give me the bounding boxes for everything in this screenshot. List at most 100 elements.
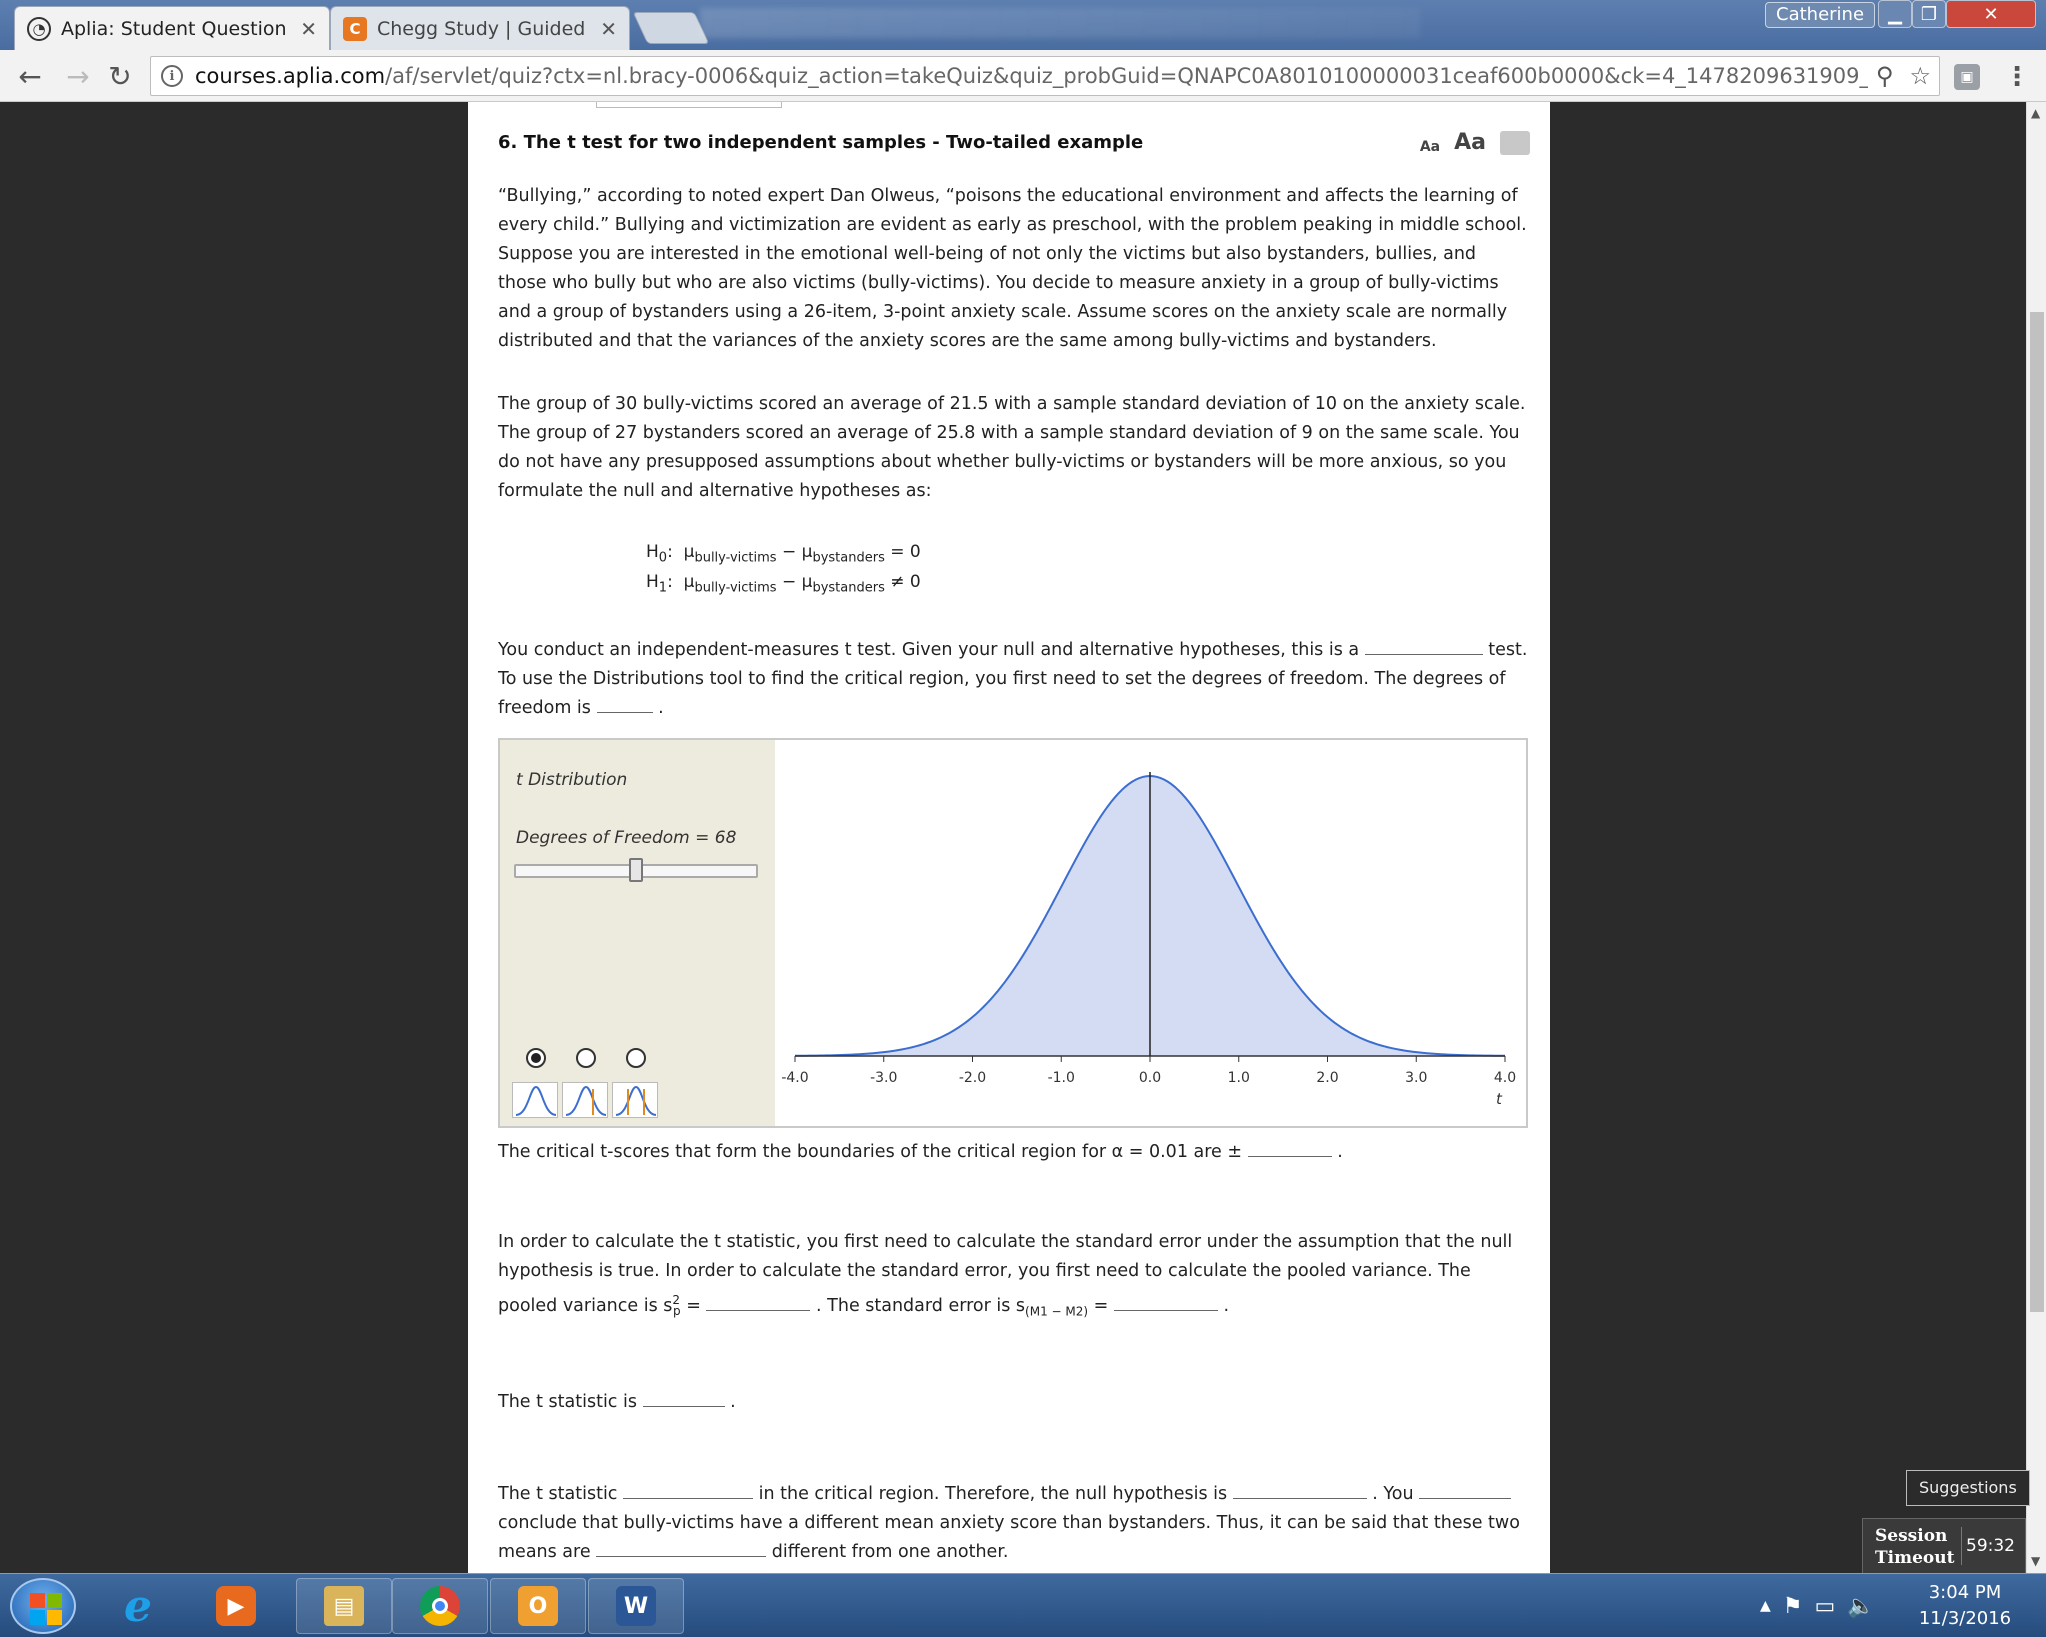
text: You conduct an independent-measures t te… [498, 640, 1360, 660]
distributions-controls: t Distribution Degrees of Freedom = 68 [500, 740, 775, 1126]
print-icon[interactable] [1500, 131, 1530, 155]
t-statistic-paragraph: The t statistic is . [498, 1388, 1528, 1417]
internet-explorer-icon[interactable]: e [98, 1578, 178, 1634]
scroll-up-icon[interactable]: ▲ [2031, 106, 2040, 120]
word-icon[interactable]: W [588, 1578, 684, 1634]
question-panel: 6. The t test for two independent sample… [468, 102, 1550, 1573]
file-explorer-icon[interactable]: ▤ [296, 1578, 392, 1634]
mode-radio-two-tail-a[interactable] [576, 1048, 596, 1068]
profile-badge[interactable]: Catherine [1765, 2, 1876, 28]
reload-icon[interactable]: ↻ [104, 60, 136, 93]
text: = [680, 1295, 707, 1316]
page-scrollbar[interactable]: ▲ ▼ [2026, 102, 2046, 1573]
text: The critical t-scores that form the boun… [498, 1142, 1243, 1162]
font-small-button[interactable]: Aa [1420, 139, 1440, 155]
minus: − [776, 542, 802, 562]
x-tick-label: 4.0 [1494, 1070, 1516, 1086]
dof-input[interactable] [596, 695, 653, 713]
h-sub: 0 [658, 550, 668, 566]
sub: p [673, 1304, 681, 1319]
clock-time: 3:04 PM [1928, 1582, 2002, 1603]
significance-dropdown[interactable] [596, 1539, 767, 1557]
aplia-icon: ◔ [27, 16, 51, 41]
text: . [1337, 1142, 1343, 1162]
info-icon[interactable]: i [161, 65, 183, 87]
text: . [730, 1392, 736, 1412]
mode-radio-one-tail[interactable] [526, 1048, 546, 1068]
text: The t statistic [498, 1484, 618, 1504]
test-type-paragraph: You conduct an independent-measures t te… [498, 636, 1528, 723]
x-tick-label: -4.0 [781, 1070, 808, 1086]
mode-radio-two-tail-b[interactable] [626, 1048, 646, 1068]
null-decision-dropdown[interactable] [1232, 1481, 1367, 1499]
text: . [1223, 1295, 1230, 1316]
operator: = 0 [884, 542, 921, 562]
minimize-button[interactable]: ▁ [1878, 0, 1912, 28]
text: . The standard error is s [816, 1295, 1026, 1316]
standard-error-input[interactable] [1113, 1293, 1218, 1311]
url-text[interactable]: courses.aplia.com/af/servlet/quiz?ctx=nl… [195, 64, 1868, 88]
alt-hypothesis: H1: μbully-victims − μbystanders ≠ 0 [646, 572, 921, 596]
show-hidden-icons-icon[interactable]: ▲ [1760, 1598, 1771, 1614]
session-timeout-label: Session Timeout [1875, 1526, 1955, 1568]
one-tail-curve-icon[interactable] [562, 1082, 608, 1118]
mu-sub: bystanders [812, 580, 885, 596]
new-tab-button[interactable] [632, 12, 710, 44]
media-player-icon[interactable]: ▶ [196, 1578, 276, 1634]
test-type-dropdown[interactable] [1364, 637, 1483, 655]
forward-arrow-icon[interactable]: → [62, 60, 94, 93]
can-conclude-dropdown[interactable] [1419, 1481, 1512, 1499]
t-statistic-input[interactable] [642, 1389, 725, 1407]
pooled-variance-input[interactable] [706, 1293, 811, 1311]
tab-chegg-study[interactable]: C Chegg Study | Guided So ✕ [330, 6, 630, 50]
close-icon[interactable]: ✕ [600, 17, 617, 41]
back-arrow-icon[interactable]: ← [14, 60, 46, 93]
url-host: courses.aplia.com [195, 64, 386, 88]
x-tick-label: 1.0 [1228, 1070, 1250, 1086]
font-large-button[interactable]: Aa [1454, 130, 1486, 155]
volume-icon[interactable]: 🔈 [1847, 1594, 1874, 1619]
tab-aplia-student-question[interactable]: ◔ Aplia: Student Question ✕ [14, 6, 330, 50]
data-paragraph: The group of 30 bully-victims scored an … [498, 394, 1526, 501]
outlook-icon[interactable]: O [490, 1578, 586, 1634]
chrome-icon[interactable] [392, 1578, 488, 1634]
text: . [658, 698, 664, 718]
blurred-bookmarks [700, 8, 1420, 38]
text: = [1088, 1295, 1114, 1316]
conclusion-paragraph: The t statistic in the critical region. … [498, 1480, 1528, 1567]
action-center-flag-icon[interactable]: ⚑ [1783, 1594, 1803, 1619]
menu-icon[interactable]: ⋮ [2004, 62, 2030, 92]
mu-sub: bystanders [812, 550, 885, 566]
start-button[interactable] [10, 1578, 76, 1634]
text: The t statistic is [498, 1392, 637, 1412]
bookmark-star-icon[interactable]: ☆ [1909, 62, 1931, 90]
session-timeout-box: Session Timeout 59:32 [1862, 1518, 2026, 1574]
close-icon[interactable]: ✕ [300, 17, 317, 41]
zoom-icon[interactable]: ⚲ [1876, 62, 1894, 90]
h-label: H [646, 572, 659, 592]
critical-t-input[interactable] [1247, 1139, 1332, 1157]
two-tail-curve-icon[interactable] [612, 1082, 658, 1118]
sub: (M1 − M2) [1025, 1304, 1089, 1319]
x-tick-label: -1.0 [1048, 1070, 1075, 1086]
browser-tab-strip: ◔ Aplia: Student Question ✕ C Chegg Stud… [0, 0, 2046, 50]
mu-symbol: μ [801, 572, 813, 592]
scroll-thumb[interactable] [2030, 312, 2044, 1312]
t-distribution-chart[interactable]: -4.0 -3.0 -2.0 -1.0 0.0 1.0 2.0 3.0 4.0 t [775, 740, 1528, 1126]
critical-region-paragraph: The critical t-scores that form the boun… [498, 1138, 1528, 1167]
extension-icon[interactable]: ▣ [1954, 64, 1980, 90]
scroll-down-icon[interactable]: ▼ [2031, 1554, 2040, 1568]
dof-slider-thumb[interactable] [629, 858, 643, 882]
system-clock[interactable]: 3:04 PM 11/3/2016 [1900, 1580, 2030, 1632]
mu-symbol: μ [801, 542, 813, 562]
session-timer: 59:32 [1961, 1527, 2019, 1565]
suggestions-button[interactable]: Suggestions [1906, 1470, 2030, 1506]
x-tick-label: 2.0 [1316, 1070, 1338, 1086]
maximize-button[interactable]: ❐ [1912, 0, 1946, 28]
curve-icon[interactable] [512, 1082, 558, 1118]
lies-in-dropdown[interactable] [623, 1481, 754, 1499]
network-icon[interactable]: ▭ [1815, 1594, 1836, 1619]
h-sub: 1 [658, 580, 668, 596]
address-bar[interactable]: i courses.aplia.com/af/servlet/quiz?ctx=… [150, 56, 1940, 96]
close-window-button[interactable]: ✕ [1946, 0, 2036, 28]
